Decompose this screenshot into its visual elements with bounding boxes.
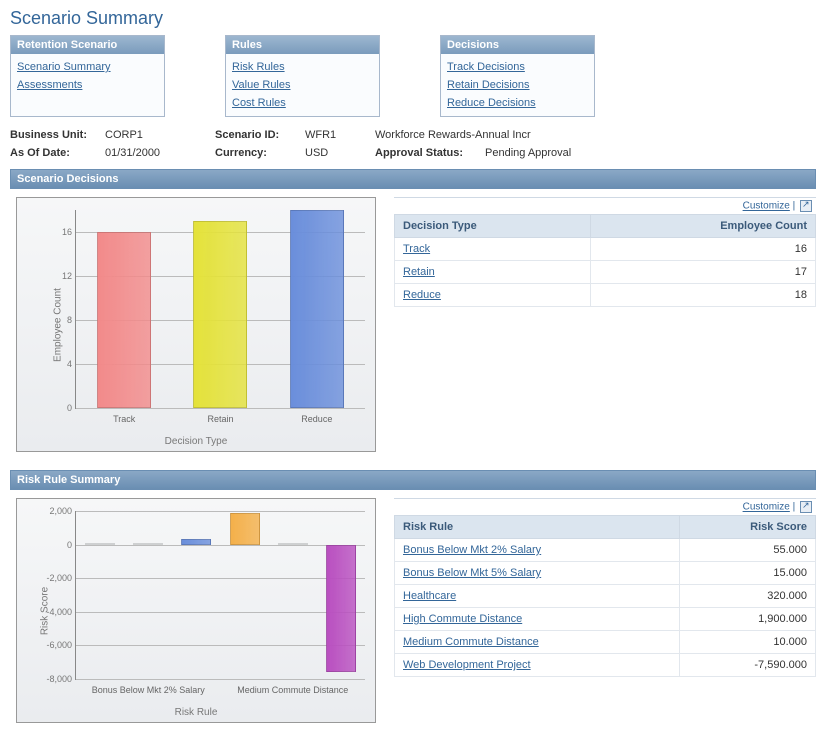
customize-link[interactable]: Customize	[743, 201, 790, 212]
link-retain[interactable]: Retain	[403, 266, 435, 278]
chart-risk-rule-summary: -8,000-6,000-4,000-2,00002,000Bonus Belo…	[16, 498, 376, 723]
table-toolbar: Customize |	[394, 197, 816, 214]
nav-panel-retention-scenario: Retention Scenario Scenario Summary Asse…	[10, 35, 165, 117]
label-currency: Currency:	[215, 147, 305, 159]
info-row-1: Business Unit: CORP1 Scenario ID: WFR1 W…	[10, 129, 816, 141]
cell-value: 17	[591, 261, 816, 284]
cell-value: -7,590.000	[680, 654, 816, 677]
nav-panel-decisions: Decisions Track Decisions Retain Decisio…	[440, 35, 595, 117]
table-row: Bonus Below Mkt 5% Salary 15.000	[395, 562, 816, 585]
col-decision-type[interactable]: Decision Type	[395, 215, 591, 238]
label-scenario-id: Scenario ID:	[215, 129, 305, 141]
info-row-2: As Of Date: 01/31/2000 Currency: USD App…	[10, 147, 816, 159]
value-currency: USD	[305, 147, 375, 159]
value-approval-status: Pending Approval	[485, 147, 605, 159]
cell-value: 18	[591, 284, 816, 307]
page-title: Scenario Summary	[10, 8, 816, 29]
label-as-of-date: As Of Date:	[10, 147, 105, 159]
col-employee-count[interactable]: Employee Count	[591, 215, 816, 238]
col-risk-rule[interactable]: Risk Rule	[395, 516, 680, 539]
link-risk-rule[interactable]: Medium Commute Distance	[403, 636, 539, 648]
nav-panels-row: Retention Scenario Scenario Summary Asse…	[10, 35, 816, 117]
value-as-of-date: 01/31/2000	[105, 147, 215, 159]
table-row: Retain 17	[395, 261, 816, 284]
section-body-risk-rule-summary: -8,000-6,000-4,000-2,00002,000Bonus Belo…	[10, 490, 816, 741]
toolbar-sep: |	[790, 502, 798, 513]
nav-panel-rules: Rules Risk Rules Value Rules Cost Rules	[225, 35, 380, 117]
section-body-scenario-decisions: 0481216TrackRetainReduceEmployee CountDe…	[10, 189, 816, 470]
label-business-unit: Business Unit:	[10, 129, 105, 141]
table-row: High Commute Distance 1,900.000	[395, 608, 816, 631]
table-scenario-decisions-wrap: Customize | Decision Type Employee Count…	[394, 197, 816, 307]
nav-link-retain-decisions[interactable]: Retain Decisions	[447, 76, 588, 94]
link-risk-rule[interactable]: Bonus Below Mkt 5% Salary	[403, 567, 541, 579]
nav-link-scenario-summary[interactable]: Scenario Summary	[17, 58, 158, 76]
section-header-risk-rule-summary: Risk Rule Summary	[10, 470, 816, 490]
nav-panel-header: Rules	[226, 36, 379, 54]
table-row: Track 16	[395, 238, 816, 261]
table-row: Medium Commute Distance 10.000	[395, 631, 816, 654]
cell-value: 320.000	[680, 585, 816, 608]
popout-icon[interactable]	[800, 501, 812, 513]
nav-link-reduce-decisions[interactable]: Reduce Decisions	[447, 94, 588, 112]
table-row: Healthcare 320.000	[395, 585, 816, 608]
table-row: Web Development Project -7,590.000	[395, 654, 816, 677]
table-toolbar: Customize |	[394, 498, 816, 515]
nav-panel-header: Retention Scenario	[11, 36, 164, 54]
link-track[interactable]: Track	[403, 243, 430, 255]
customize-link[interactable]: Customize	[743, 502, 790, 513]
link-risk-rule[interactable]: Bonus Below Mkt 2% Salary	[403, 544, 541, 556]
table-row: Bonus Below Mkt 2% Salary 55.000	[395, 539, 816, 562]
cell-value: 15.000	[680, 562, 816, 585]
col-risk-score[interactable]: Risk Score	[680, 516, 816, 539]
toolbar-sep: |	[790, 201, 798, 212]
link-risk-rule[interactable]: Healthcare	[403, 590, 456, 602]
table-risk-rule-summary-wrap: Customize | Risk Rule Risk Score Bonus B…	[394, 498, 816, 677]
nav-panel-header: Decisions	[441, 36, 594, 54]
chart-scenario-decisions: 0481216TrackRetainReduceEmployee CountDe…	[16, 197, 376, 452]
cell-value: 16	[591, 238, 816, 261]
cell-value: 1,900.000	[680, 608, 816, 631]
nav-link-cost-rules[interactable]: Cost Rules	[232, 94, 373, 112]
table-row: Reduce 18	[395, 284, 816, 307]
popout-icon[interactable]	[800, 200, 812, 212]
nav-link-assessments[interactable]: Assessments	[17, 76, 158, 94]
section-header-scenario-decisions: Scenario Decisions	[10, 169, 816, 189]
cell-value: 10.000	[680, 631, 816, 654]
link-risk-rule[interactable]: Web Development Project	[403, 659, 531, 671]
link-reduce[interactable]: Reduce	[403, 289, 441, 301]
value-scenario-desc: Workforce Rewards-Annual Incr	[375, 129, 575, 141]
cell-value: 55.000	[680, 539, 816, 562]
value-scenario-id: WFR1	[305, 129, 375, 141]
value-business-unit: CORP1	[105, 129, 215, 141]
link-risk-rule[interactable]: High Commute Distance	[403, 613, 522, 625]
nav-link-risk-rules[interactable]: Risk Rules	[232, 58, 373, 76]
nav-link-value-rules[interactable]: Value Rules	[232, 76, 373, 94]
table-risk-rule-summary: Risk Rule Risk Score Bonus Below Mkt 2% …	[394, 515, 816, 677]
table-scenario-decisions: Decision Type Employee Count Track 16 Ret…	[394, 214, 816, 307]
nav-link-track-decisions[interactable]: Track Decisions	[447, 58, 588, 76]
label-approval-status: Approval Status:	[375, 147, 485, 159]
